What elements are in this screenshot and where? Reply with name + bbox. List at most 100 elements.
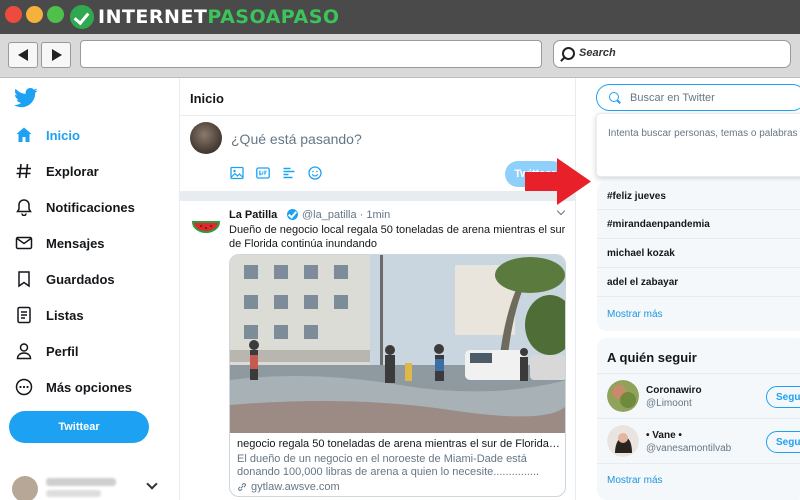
window-titlebar: INTERNETPASOAPASO: [0, 0, 800, 34]
search-placeholder: Buscar en Twitter: [630, 92, 715, 104]
who-to-follow-panel: A quién seguir Coronawiro @Limoont Segu …: [597, 338, 800, 500]
sidebar-item-listas[interactable]: Listas: [14, 300, 84, 330]
card-link[interactable]: gytlaw.awsve.com: [237, 481, 340, 493]
check-logo-icon: [70, 5, 94, 29]
sidebar-item-label: Listas: [46, 307, 84, 323]
sidebar-item-guardados[interactable]: Guardados: [14, 264, 115, 294]
timeline-header: Inicio: [180, 78, 576, 116]
trends-panel: #feliz jueves #mirandaenpandemia michael…: [597, 181, 800, 331]
sidebar-item-notificaciones[interactable]: Notificaciones: [14, 192, 135, 222]
section-divider: [180, 191, 576, 201]
address-bar[interactable]: [80, 40, 542, 68]
emoji-icon[interactable]: [308, 166, 322, 180]
browser-toolbar: Search: [0, 34, 800, 78]
user-avatar[interactable]: [190, 122, 222, 154]
sidebar-item-label: Perfil: [46, 343, 79, 359]
card-link-text: gytlaw.awsve.com: [251, 481, 340, 493]
browser-search-box[interactable]: Search: [553, 40, 791, 68]
hashtag-icon: [14, 161, 34, 181]
compose-input[interactable]: ¿Qué está pasando?: [231, 131, 362, 147]
follow-account-handle[interactable]: @Limoont: [646, 398, 692, 409]
more-icon: [14, 377, 34, 397]
tweet-author[interactable]: La Patilla: [229, 209, 277, 221]
trend-item[interactable]: #mirandaenpandemia: [607, 219, 710, 230]
follow-account-name[interactable]: Coronawiro: [646, 385, 702, 396]
avatar: [12, 476, 38, 500]
tweet-menu-chevron-icon[interactable]: [556, 206, 566, 216]
image-icon[interactable]: [230, 166, 244, 180]
who-to-follow-title: A quién seguir: [607, 350, 697, 365]
twitter-search-input[interactable]: Buscar en Twitter: [596, 84, 800, 111]
search-icon: [562, 47, 575, 60]
verified-badge-icon: [287, 209, 298, 220]
forward-arrow-icon: [52, 49, 62, 61]
compose-box: ¿Qué está pasando? Twittear: [180, 116, 576, 191]
sidebar-item-mas-opciones[interactable]: Más opciones: [14, 372, 132, 402]
forward-button[interactable]: [41, 42, 71, 68]
back-button[interactable]: [8, 42, 38, 68]
search-suggestions-dropdown: Intenta buscar personas, temas o palabra…: [596, 113, 800, 177]
divider: [597, 373, 800, 374]
trend-item[interactable]: adel el zabayar: [607, 277, 678, 288]
bell-icon: [14, 197, 34, 217]
home-icon: [14, 125, 34, 145]
divider: [597, 418, 800, 419]
sidebar-item-label: Mensajes: [46, 235, 105, 251]
card-description: El dueño de un negocio en el noroeste de…: [237, 453, 540, 478]
avatar[interactable]: [607, 425, 639, 457]
compose-tools: [230, 166, 334, 180]
watermelon-avatar-icon[interactable]: [190, 210, 222, 242]
watermark-logo: INTERNETPASOAPASO: [70, 5, 340, 29]
follow-button[interactable]: Segu: [766, 431, 800, 453]
sidebar-item-label: Inicio: [46, 127, 80, 143]
sidebar-item-label: Notificaciones: [46, 199, 135, 215]
follow-show-more-link[interactable]: Mostrar más: [607, 475, 663, 486]
poll-icon[interactable]: [282, 166, 296, 180]
close-window-button[interactable]: [5, 6, 22, 23]
divider: [597, 267, 800, 268]
person-icon: [14, 341, 34, 361]
twitter-app: Inicio Explorar Notificaciones Mensajes …: [0, 78, 800, 500]
envelope-icon: [14, 233, 34, 253]
watermark-text: INTERNETPASOAPASO: [98, 6, 340, 28]
timeline-column: Inicio ¿Qué está pasando? Twittear La Pa…: [179, 78, 576, 500]
maximize-window-button[interactable]: [47, 6, 64, 23]
chevron-down-icon: [146, 478, 158, 490]
divider: [597, 296, 800, 297]
divider: [597, 463, 800, 464]
page-title: Inicio: [190, 91, 224, 106]
follow-button[interactable]: Segu: [766, 386, 800, 408]
sidebar-item-perfil[interactable]: Perfil: [14, 336, 79, 366]
account-switcher[interactable]: [10, 474, 165, 500]
avatar[interactable]: [607, 380, 639, 412]
back-arrow-icon: [18, 49, 28, 61]
gif-icon[interactable]: [256, 166, 270, 180]
minimize-window-button[interactable]: [26, 6, 43, 23]
card-title: negocio regala 50 toneladas de arena mie…: [237, 438, 562, 450]
trends-show-more-link[interactable]: Mostrar más: [607, 309, 663, 320]
sidebar-item-label: Guardados: [46, 271, 115, 287]
trend-item[interactable]: michael kozak: [607, 248, 675, 259]
flooded-street-photo: [230, 255, 565, 433]
search-hint: Intenta buscar personas, temas o palabra…: [608, 128, 800, 139]
sidebar-item-label: Más opciones: [46, 379, 132, 395]
follow-account-handle[interactable]: @vanesamontilvab: [646, 443, 731, 454]
twitter-bird-icon[interactable]: [14, 88, 38, 108]
link-icon: [238, 483, 246, 491]
tweet[interactable]: La Patilla @la_patilla · 1min Dueño de n…: [180, 201, 576, 500]
annotation-arrow-icon: [525, 158, 591, 205]
sidebar-item-inicio[interactable]: Inicio: [14, 120, 80, 150]
divider: [597, 238, 800, 239]
tweet-handle-time[interactable]: @la_patilla · 1min: [302, 209, 390, 221]
link-card[interactable]: negocio regala 50 toneladas de arena mie…: [229, 254, 566, 497]
sidebar-tweet-button[interactable]: Twittear: [9, 411, 149, 443]
search-icon: [609, 92, 619, 102]
blurred-account-handle: [46, 490, 101, 497]
list-icon: [14, 305, 34, 325]
browser-search-label: Search: [579, 47, 616, 59]
trend-item[interactable]: #feliz jueves: [607, 191, 666, 202]
follow-account-name[interactable]: • Vane •: [646, 430, 682, 441]
sidebar-item-explorar[interactable]: Explorar: [14, 156, 99, 186]
blurred-account-name: [46, 478, 116, 486]
sidebar-item-mensajes[interactable]: Mensajes: [14, 228, 105, 258]
